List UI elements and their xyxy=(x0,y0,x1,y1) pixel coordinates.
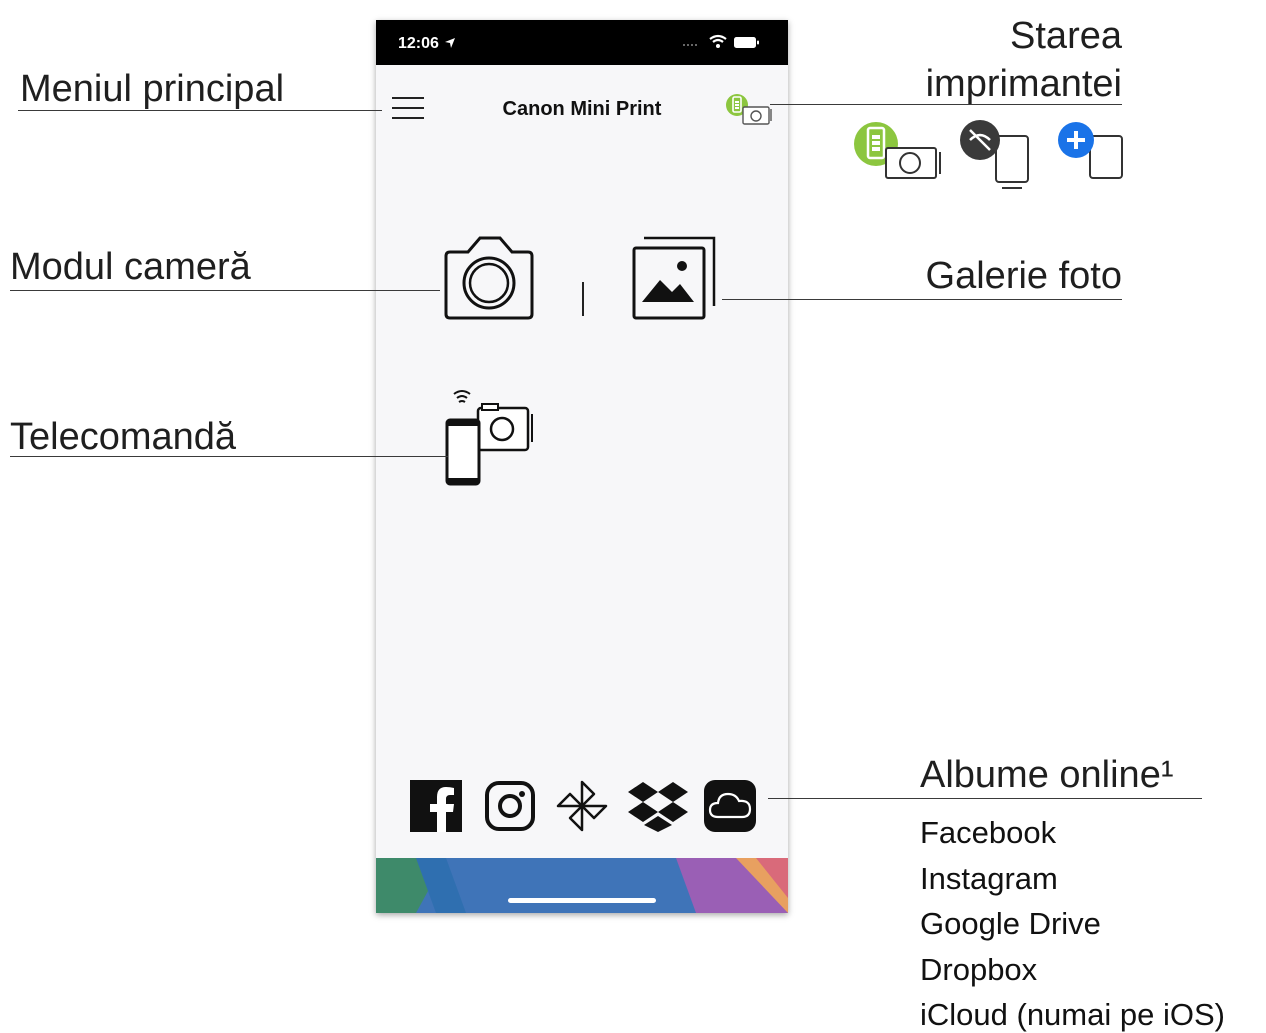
camera-icon[interactable] xyxy=(440,234,538,322)
callout-line-remote xyxy=(10,456,448,457)
google-drive-icon[interactable] xyxy=(554,778,610,834)
callout-line-online-albums xyxy=(768,798,1202,799)
printer-disconnected-icon xyxy=(960,120,1029,189)
callout-remote: Telecomandă xyxy=(10,416,237,458)
online-album-item-google-drive: Google Drive xyxy=(920,906,1101,941)
icloud-icon[interactable] xyxy=(704,780,756,832)
callout-line-photo-gallery xyxy=(722,299,1122,300)
instagram-icon[interactable] xyxy=(484,780,536,832)
signal-wifi-battery-icon xyxy=(683,34,759,48)
callout-online-albums: Albume online¹ xyxy=(920,754,1174,796)
phone-screen: 12:06 Canon Mini Print xyxy=(376,20,788,913)
add-printer-icon xyxy=(1058,122,1123,179)
app-header: Canon Mini Print xyxy=(376,65,788,145)
callout-line-camera-mode xyxy=(10,290,440,291)
callout-camera-mode: Modul cameră xyxy=(10,246,251,288)
home-indicator xyxy=(508,898,656,903)
callout-main-menu: Meniul principal xyxy=(20,68,285,110)
callout-photo-gallery: Galerie foto xyxy=(925,255,1122,297)
dropbox-icon[interactable] xyxy=(628,780,688,832)
callout-printer-status-1: Starea xyxy=(1010,15,1122,57)
online-album-item-icloud: iCloud (numai pe iOS) xyxy=(920,997,1225,1032)
facebook-icon[interactable] xyxy=(410,780,462,832)
status-bar: 12:06 xyxy=(376,20,788,65)
divider xyxy=(582,282,584,316)
printer-battery-status-icon[interactable] xyxy=(723,92,775,130)
remote-control-icon[interactable] xyxy=(444,388,536,486)
callout-line-printer-status xyxy=(770,104,1122,105)
status-time: 12:06 xyxy=(398,35,439,52)
photo-gallery-icon[interactable] xyxy=(632,236,720,322)
printer-connected-battery-icon xyxy=(854,122,941,179)
callout-line-main-menu xyxy=(18,110,382,111)
online-album-item-instagram: Instagram xyxy=(920,861,1058,896)
decorative-bottom-bar xyxy=(376,858,788,913)
online-album-item-dropbox: Dropbox xyxy=(920,952,1038,987)
location-arrow-icon xyxy=(445,38,455,48)
online-album-item-facebook: Facebook xyxy=(920,815,1057,850)
callout-printer-status-2: imprimantei xyxy=(925,63,1122,105)
